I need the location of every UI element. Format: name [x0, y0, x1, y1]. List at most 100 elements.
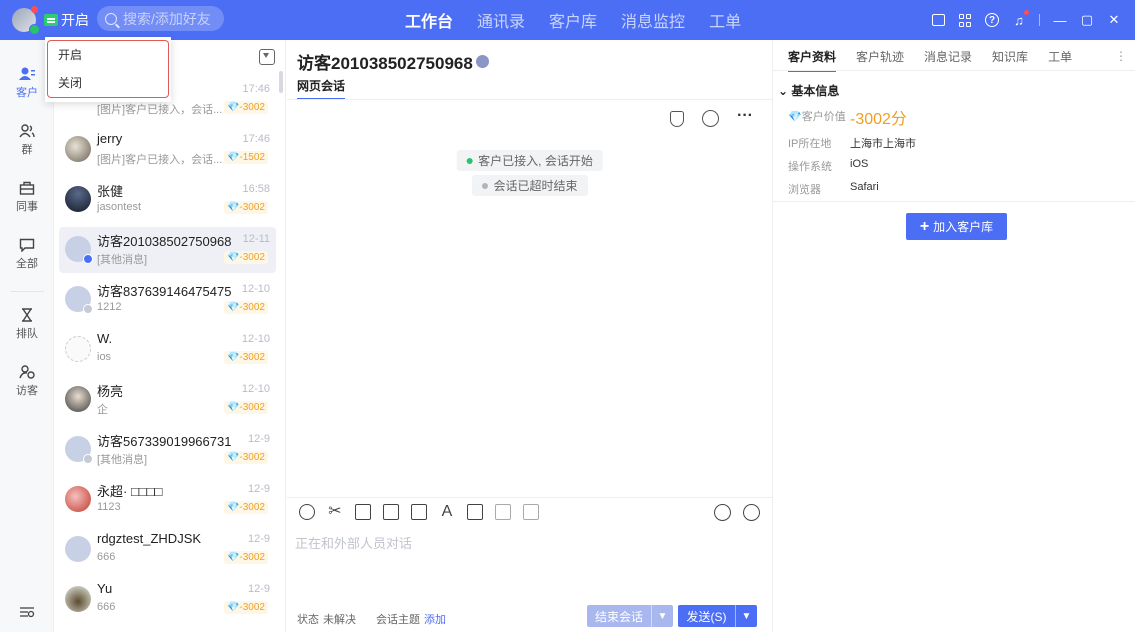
more-icon[interactable]: ⋮ [1115, 49, 1127, 63]
session-value-badge: 💎-3002 [223, 251, 268, 264]
input-toolbar-right [714, 504, 760, 521]
rail-item-group[interactable]: 群 [0, 124, 54, 157]
session-preview: [其他消息] [97, 254, 148, 266]
text-template-icon[interactable] [383, 504, 399, 520]
history-icon[interactable] [743, 504, 760, 521]
tab-knowledge-base[interactable]: 知识库 [992, 48, 1028, 72]
session-item[interactable]: 访客567339019966731 12-9 [其他消息] 💎-3002 [59, 427, 276, 473]
contact-card-icon[interactable] [467, 504, 483, 520]
status-option-open[interactable]: 开启 [48, 41, 168, 69]
nav-contacts[interactable]: 通讯录 [477, 8, 525, 32]
session-preview: 1212 [97, 301, 122, 313]
rail-settings[interactable] [0, 605, 54, 622]
help-icon[interactable]: ? [985, 13, 999, 27]
apps-grid-icon[interactable] [958, 13, 972, 27]
user-avatar[interactable] [12, 6, 40, 35]
shield-icon[interactable] [523, 504, 539, 520]
rail-item-queue[interactable]: 排队 [0, 308, 54, 341]
nav-customer-library[interactable]: 客户库 [549, 8, 597, 32]
session-value-badge: 💎-3002 [223, 351, 268, 364]
field-label: 💎客户价值 [788, 111, 846, 123]
field-value: 上海市上海市 [850, 138, 916, 150]
session-value-badge: 💎-3002 [223, 201, 268, 214]
session-item[interactable]: 访客837639146475475 12-10 1212 💎-3002 [59, 277, 276, 323]
session-time: 12-9 [247, 583, 270, 595]
add-user-icon[interactable] [495, 504, 511, 520]
customer-icon [19, 67, 35, 81]
session-item[interactable]: jerry 17:46 [图片]客户已接入，会话... 💎-1502 [59, 127, 276, 173]
tab-customer-track[interactable]: 客户轨迹 [856, 48, 904, 72]
rail-label: 全部 [16, 258, 38, 270]
divider [1039, 14, 1040, 26]
maximize-icon[interactable]: ▢ [1080, 12, 1094, 27]
image-icon[interactable] [411, 504, 427, 520]
session-preview: [图片]客户已接入，会话... [97, 104, 223, 116]
close-icon[interactable]: ✕ [1107, 12, 1121, 27]
colleague-icon [19, 181, 35, 195]
session-name: jerry [97, 131, 123, 146]
session-name: rdgztest_ZHDJSK [97, 531, 202, 546]
chat-header-tools: ··· [670, 108, 754, 127]
rail-item-visitor[interactable]: 访客 [0, 365, 54, 398]
avatar [65, 436, 93, 464]
field-label: 操作系统 [788, 161, 832, 173]
session-list-scrollbar[interactable] [279, 71, 283, 93]
offline-icon [83, 454, 93, 464]
session-item[interactable]: Yu 12-9 666 💎-3002 [59, 577, 276, 623]
session-item[interactable]: rdgztest_ZHDJSK 12-9 666 💎-3002 [59, 527, 276, 573]
folder-icon[interactable] [355, 504, 371, 520]
system-message-text: 客户已接入, 会话开始 [478, 154, 593, 168]
session-name: Yu [97, 581, 113, 596]
field-customer-value: 💎客户价值 -3002分 [788, 108, 907, 129]
session-item[interactable]: 张健 16:58 jasontest 💎-3002 [59, 177, 276, 223]
transfer-icon[interactable] [670, 110, 684, 127]
session-item-selected[interactable]: 访客201038502750968 12-11 [其他消息] 💎-3002 [59, 227, 276, 273]
status-dot-icon [481, 182, 488, 189]
chevron-down-icon[interactable]: ▼ [735, 605, 757, 627]
status-option-close[interactable]: 关闭 [48, 69, 168, 97]
add-topic-link[interactable]: 添加 [424, 611, 446, 627]
search-input[interactable] [123, 10, 218, 27]
filter-icon[interactable] [259, 49, 275, 65]
font-icon[interactable]: A [439, 504, 455, 520]
rail-item-all[interactable]: 全部 [0, 238, 54, 271]
session-name: 永超· □□□□ [97, 484, 163, 499]
more-icon[interactable]: ··· [737, 108, 754, 127]
toolbox-icon[interactable] [932, 14, 945, 26]
send-button[interactable]: 发送(S) ▼ [678, 605, 757, 627]
quick-reply-icon[interactable] [714, 504, 731, 521]
settings-icon [19, 605, 35, 619]
session-name: 张健 [97, 184, 124, 199]
session-item[interactable]: 永超· □□□□ 12-9 1123 💎-3002 [59, 477, 276, 523]
session-item[interactable]: 杨亮 12-10 企 💎-3002 [59, 377, 276, 423]
status-value[interactable]: 未解决 [323, 611, 356, 627]
badge-icon[interactable] [702, 110, 719, 127]
rail-label: 访客 [16, 385, 38, 397]
emoji-icon[interactable] [299, 504, 315, 520]
tab-tickets[interactable]: 工单 [1048, 48, 1072, 72]
nav-workbench[interactable]: 工作台 [405, 8, 453, 32]
end-session-button[interactable]: 结束会话 ▼ [587, 605, 673, 627]
status-toggle[interactable]: 开启 [44, 10, 89, 30]
search-box[interactable] [97, 6, 224, 31]
add-to-customer-library-button[interactable]: + 加入客户库 [906, 213, 1007, 240]
rail-item-colleague[interactable]: 同事 [0, 181, 54, 214]
status-label: 开启 [61, 12, 89, 28]
avatar [65, 386, 91, 412]
message-input[interactable]: 正在和外部人员对话 [295, 533, 412, 552]
scissors-icon[interactable]: ✂ [327, 504, 343, 520]
tab-web-session[interactable]: 网页会话 [297, 77, 346, 100]
basic-info-section[interactable]: ⌄ 基本信息 [778, 82, 839, 99]
tab-customer-profile[interactable]: 客户资料 [788, 48, 837, 72]
nav-message-monitor[interactable]: 消息监控 [621, 8, 685, 32]
session-preview: 企 [97, 404, 108, 416]
tab-message-history[interactable]: 消息记录 [924, 48, 972, 72]
bell-icon[interactable]: ♫ [1012, 10, 1029, 28]
system-message: 客户已接入, 会话开始 [456, 150, 603, 171]
session-item[interactable]: W. 12-10 ios 💎-3002 [59, 327, 276, 373]
nav-tickets[interactable]: 工单 [709, 8, 741, 32]
minimize-icon[interactable]: — [1053, 13, 1067, 28]
rail-label: 排队 [16, 328, 38, 340]
chevron-down-icon[interactable]: ▼ [651, 605, 673, 627]
search-icon [105, 12, 117, 25]
